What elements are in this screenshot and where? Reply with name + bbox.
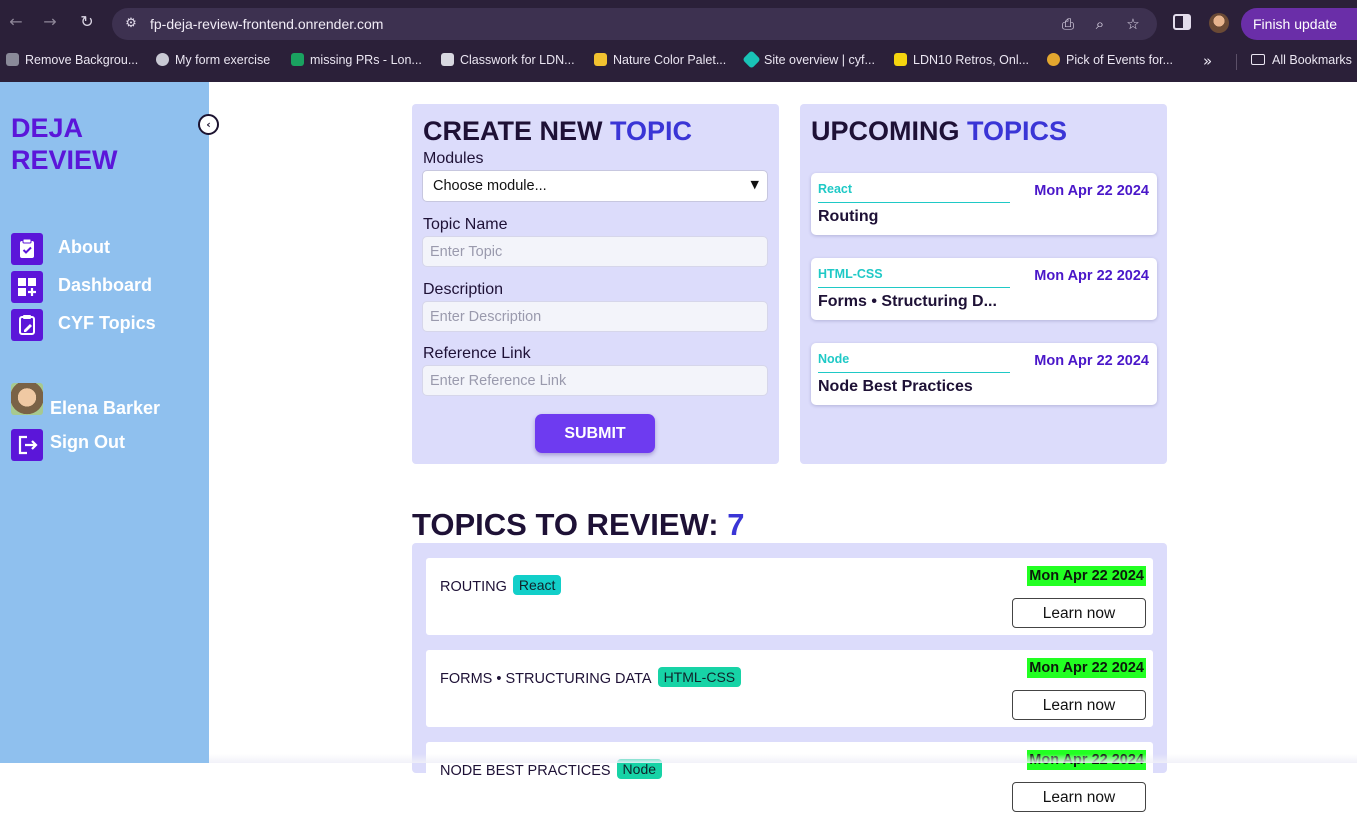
topic-name: Forms • Structuring D... xyxy=(818,293,997,310)
upcoming-topics-card: UPCOMING TOPICS React Mon Apr 22 2024 Ro… xyxy=(800,104,1167,464)
submit-button[interactable]: SUBMIT xyxy=(535,414,655,453)
user-name: Elena Barker xyxy=(50,398,161,418)
bookmark-item[interactable]: Pick of Events for... xyxy=(1047,53,1173,71)
sign-out-icon[interactable] xyxy=(11,429,43,461)
topics-to-review-heading: TOPICS TO REVIEW: 7 xyxy=(412,507,745,542)
sidebar-item-about[interactable]: About xyxy=(11,233,191,265)
clipboard-check-icon xyxy=(11,233,43,265)
bookmarks-bar: Remove Backgrou... My form exercise miss… xyxy=(0,48,1357,74)
sidebar: DEJA REVIEW About Dashboard CYF Topics E… xyxy=(0,82,209,763)
zoom-icon[interactable]: ⌕ xyxy=(1090,14,1110,34)
bookmark-favicon-icon xyxy=(1047,53,1060,66)
create-topic-card: CREATE NEW TOPIC Modules Choose module..… xyxy=(412,104,779,464)
bookmark-item[interactable]: LDN10 Retros, Onl... xyxy=(894,53,1029,71)
topic-date: Mon Apr 22 2024 xyxy=(1034,268,1149,284)
module-tag: Node xyxy=(818,352,850,366)
description-label: Description xyxy=(423,281,504,298)
browser-chrome: ← → ↻ ⚙ fp-deja-review-frontend.onrender… xyxy=(0,0,1357,82)
create-topic-title: CREATE NEW TOPIC xyxy=(423,116,693,146)
learn-now-button[interactable]: Learn now xyxy=(1012,690,1146,720)
brand-logo[interactable]: DEJA REVIEW xyxy=(11,112,118,176)
bookmark-item[interactable]: Site overview | cyf... xyxy=(742,50,875,71)
scroll-fade xyxy=(209,754,1357,763)
module-badge: HTML-CSS xyxy=(657,667,742,687)
url-text[interactable]: fp-deja-review-frontend.onrender.com xyxy=(150,16,383,32)
collapse-sidebar-icon[interactable]: ‹ xyxy=(198,114,219,135)
browser-toolbar: ← → ↻ ⚙ fp-deja-review-frontend.onrender… xyxy=(0,0,1357,44)
review-topic-name: FORMS • STRUCTURING DATA xyxy=(440,671,652,687)
bookmark-favicon-icon xyxy=(594,53,607,66)
topic-name: Routing xyxy=(818,208,879,225)
modules-label: Modules xyxy=(423,150,484,167)
topic-name-label: Topic Name xyxy=(423,216,508,233)
topic-name: Node Best Practices xyxy=(818,378,973,395)
bookmarks-divider xyxy=(1236,54,1237,70)
clipboard-edit-icon xyxy=(11,309,43,341)
dashboard-add-icon xyxy=(11,271,43,303)
bookmark-favicon-icon xyxy=(291,53,304,66)
bookmark-favicon-icon xyxy=(441,53,454,66)
topics-to-review-list: ROUTING React Mon Apr 22 2024 Learn now F… xyxy=(412,543,1167,819)
review-date: Mon Apr 22 2024 xyxy=(1027,658,1146,678)
upcoming-topics-title: UPCOMING TOPICS xyxy=(811,116,1068,146)
sidebar-item-dashboard[interactable]: Dashboard xyxy=(11,271,191,303)
learn-now-button[interactable]: Learn now xyxy=(1012,782,1146,812)
bookmark-favicon-icon xyxy=(742,50,761,69)
modules-select[interactable]: Choose module... ▼ xyxy=(422,170,768,202)
all-bookmarks[interactable]: All Bookmarks xyxy=(1251,53,1352,71)
reference-link-label: Reference Link xyxy=(423,345,531,362)
module-tag: HTML-CSS xyxy=(818,267,883,281)
bookmark-favicon-icon xyxy=(6,53,19,66)
finish-update-button[interactable]: Finish update xyxy=(1241,8,1357,40)
upcoming-topic-item[interactable]: Node Mon Apr 22 2024 Node Best Practices xyxy=(811,343,1157,405)
forward-arrow-icon[interactable]: → xyxy=(40,12,60,32)
bookmark-item[interactable]: Classwork for LDN... xyxy=(441,53,575,71)
module-divider xyxy=(818,287,1010,288)
reference-link-input[interactable]: Enter Reference Link xyxy=(422,365,768,396)
topic-date: Mon Apr 22 2024 xyxy=(1034,353,1149,369)
sidebar-item-cyf-topics[interactable]: CYF Topics xyxy=(11,309,191,341)
bookmark-star-icon[interactable]: ☆ xyxy=(1123,14,1143,34)
chevron-down-icon: ▼ xyxy=(750,178,759,191)
topic-date: Mon Apr 22 2024 xyxy=(1034,183,1149,199)
app: DEJA REVIEW About Dashboard CYF Topics E… xyxy=(0,82,1357,819)
description-input[interactable]: Enter Description xyxy=(422,301,768,332)
module-divider xyxy=(818,202,1010,203)
review-topic-name: ROUTING xyxy=(440,579,507,595)
install-app-icon[interactable]: ⎙ xyxy=(1058,14,1078,34)
review-date: Mon Apr 22 2024 xyxy=(1027,566,1146,586)
back-arrow-icon[interactable]: ← xyxy=(6,12,26,32)
profile-avatar[interactable] xyxy=(1209,13,1229,33)
upcoming-topic-item[interactable]: HTML-CSS Mon Apr 22 2024 Forms • Structu… xyxy=(811,258,1157,320)
more-bookmarks-icon[interactable]: » xyxy=(1203,52,1212,70)
bookmark-item[interactable]: Remove Backgrou... xyxy=(6,53,138,71)
site-info-icon[interactable]: ⚙ xyxy=(122,15,140,33)
bookmark-item[interactable]: My form exercise xyxy=(156,53,270,71)
module-divider xyxy=(818,372,1010,373)
reload-icon[interactable]: ↻ xyxy=(77,12,97,32)
sign-out-link[interactable]: Sign Out xyxy=(50,432,125,453)
sidebar-item-label: Dashboard xyxy=(58,275,153,295)
review-row: ROUTING React Mon Apr 22 2024 Learn now xyxy=(426,558,1153,635)
bookmark-favicon-icon xyxy=(156,53,169,66)
side-panel-icon[interactable] xyxy=(1173,14,1191,30)
user-avatar xyxy=(11,383,43,415)
address-bar[interactable]: ⚙ fp-deja-review-frontend.onrender.com ⎙… xyxy=(112,8,1157,40)
review-topic-name: NODE BEST PRACTICES xyxy=(440,763,611,779)
bookmark-item[interactable]: Nature Color Palet... xyxy=(594,53,726,71)
bookmark-item[interactable]: missing PRs - Lon... xyxy=(291,53,422,71)
review-count: 7 xyxy=(727,507,745,542)
module-badge: React xyxy=(512,575,562,595)
sidebar-item-label: About xyxy=(58,237,110,257)
folder-icon xyxy=(1251,54,1265,65)
sidebar-item-label: CYF Topics xyxy=(58,313,156,333)
module-tag: React xyxy=(818,182,853,196)
learn-now-button[interactable]: Learn now xyxy=(1012,598,1146,628)
review-row: FORMS • STRUCTURING DATA HTML-CSS Mon Apr… xyxy=(426,650,1153,727)
bookmark-favicon-icon xyxy=(894,53,907,66)
upcoming-topic-item[interactable]: React Mon Apr 22 2024 Routing xyxy=(811,173,1157,235)
topic-name-input[interactable]: Enter Topic xyxy=(422,236,768,267)
